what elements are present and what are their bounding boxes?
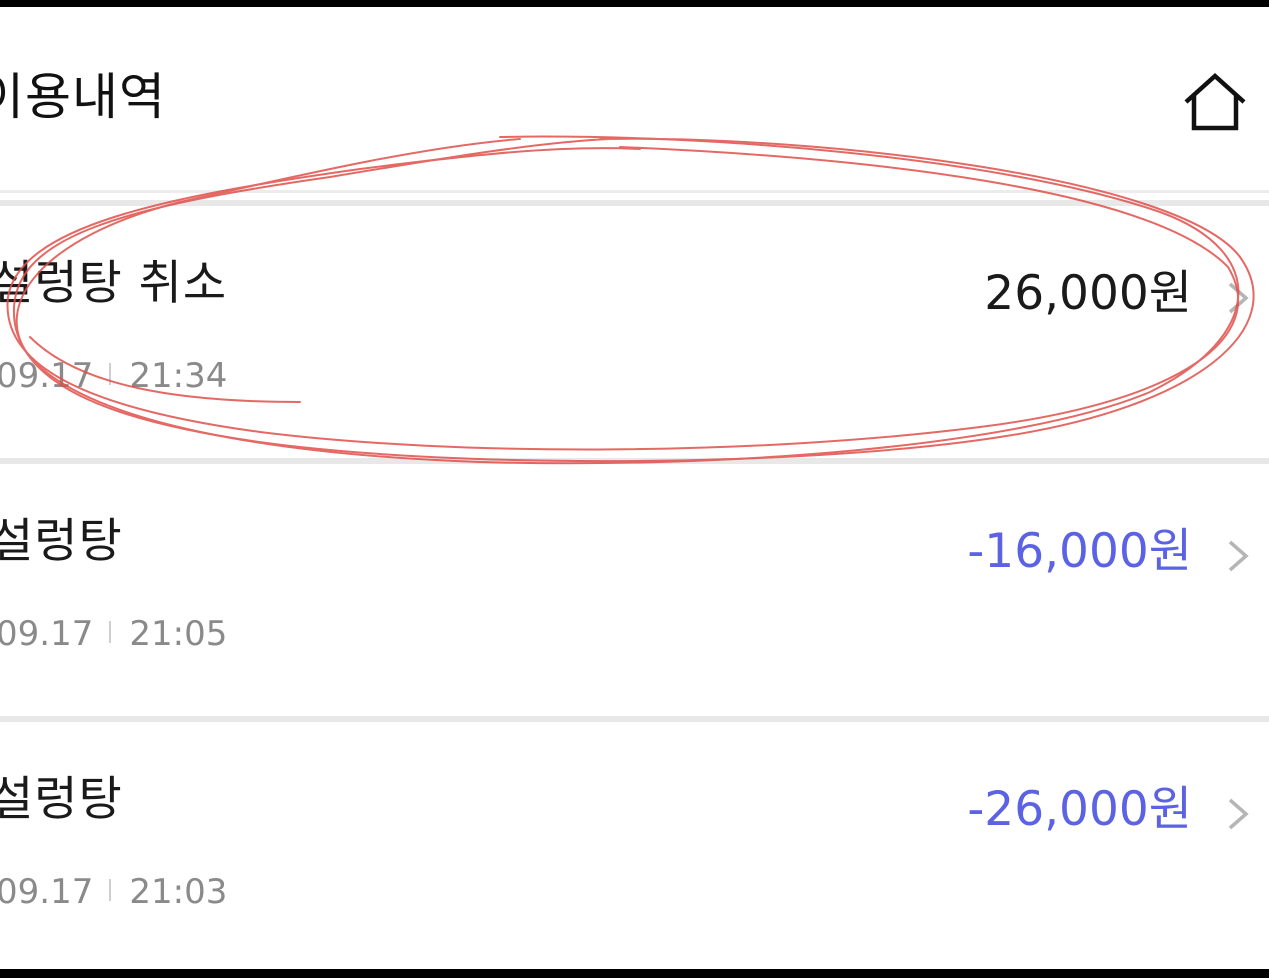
transaction-name: 설렁탕 <box>0 514 123 569</box>
transaction-name: 설렁탕 취소 <box>0 256 228 311</box>
chevron-right-icon <box>1228 798 1249 830</box>
page-title: 이용내역 <box>0 68 166 126</box>
transaction-amount: 26,000원 <box>984 266 1192 321</box>
transaction-datetime: 09.17 21:03 <box>0 870 227 914</box>
transaction-date: 09.17 <box>0 872 94 912</box>
transaction-time: 21:03 <box>129 872 228 912</box>
transaction-date: 09.17 <box>0 614 94 654</box>
transaction-time: 21:05 <box>129 614 228 654</box>
header: 이용내역 <box>0 7 1269 192</box>
header-divider <box>0 190 1269 193</box>
home-icon <box>1184 72 1246 131</box>
transaction-datetime: 09.17 21:05 <box>0 612 227 656</box>
transaction-datetime: 09.17 21:34 <box>0 354 227 398</box>
transaction-amount: -26,000원 <box>967 782 1192 837</box>
transaction-row[interactable]: 설렁탕 -26,000원 09.17 21:03 <box>0 722 1269 969</box>
meta-separator <box>109 621 112 643</box>
chevron-right-icon <box>1228 540 1249 572</box>
meta-separator <box>109 879 112 901</box>
app-screen: 이용내역 설렁탕 취소 26,000원 09.17 21:34 설렁탕 -16,0… <box>0 7 1269 969</box>
transaction-row[interactable]: 설렁탕 -16,000원 09.17 21:05 <box>0 464 1269 714</box>
home-button[interactable] <box>1180 70 1250 132</box>
chevron-right-icon <box>1228 282 1249 314</box>
transaction-amount: -16,000원 <box>967 524 1192 579</box>
transaction-name: 설렁탕 <box>0 772 123 827</box>
transaction-date: 09.17 <box>0 356 94 396</box>
transaction-row[interactable]: 설렁탕 취소 26,000원 09.17 21:34 <box>0 206 1269 456</box>
meta-separator <box>109 363 112 385</box>
transaction-time: 21:34 <box>129 356 228 396</box>
